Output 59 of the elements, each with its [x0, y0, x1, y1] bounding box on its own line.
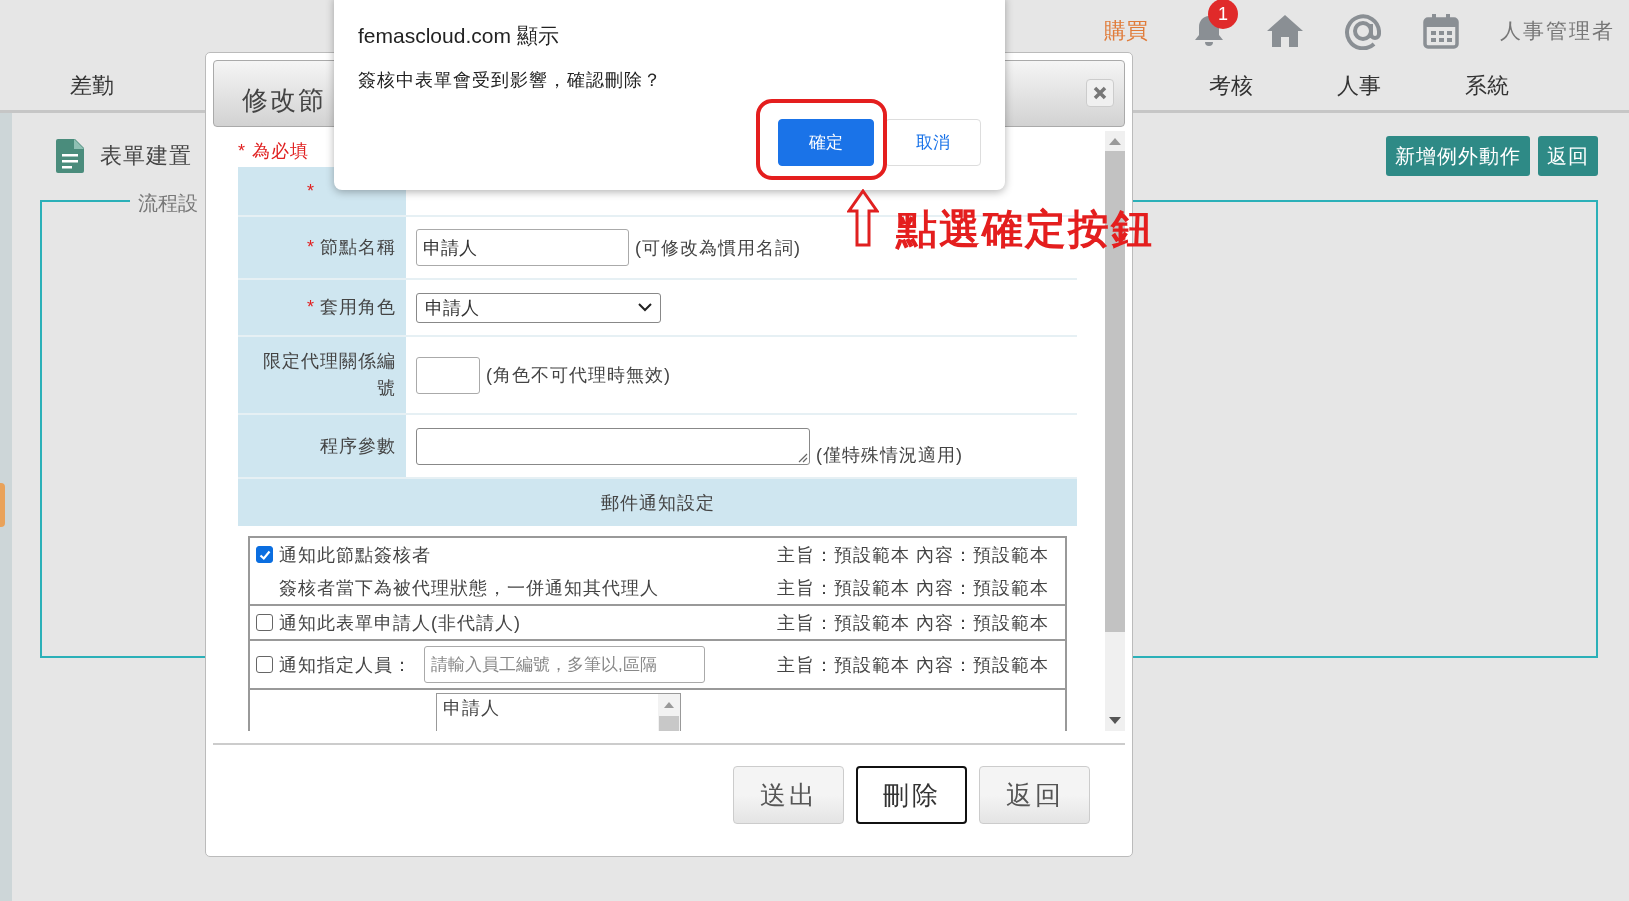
dialog-button[interactable]: 刪除 — [856, 766, 967, 824]
number-input[interactable] — [416, 356, 480, 394]
parameter-textarea[interactable] — [416, 427, 810, 465]
close-icon — [1093, 86, 1107, 100]
home-icon[interactable] — [1266, 14, 1304, 48]
alert-message: 簽核中表單會受到影響，確認刪除？ — [358, 69, 663, 92]
field-label: 節點名稱 — [320, 236, 396, 259]
page-button[interactable]: 新增例外動作 — [1386, 136, 1530, 176]
option-label: 通知指定人員： — [279, 653, 412, 677]
field-label: 套用角色 — [320, 296, 396, 319]
scroll-up-icon[interactable] — [1109, 137, 1121, 145]
name-input[interactable]: 申請人 — [416, 229, 629, 266]
required-note: * 為必填 — [238, 140, 309, 163]
nav-tab[interactable]: 考核 — [1167, 71, 1295, 101]
template-text: 主旨：預設範本 內容：預設範本 — [777, 543, 1049, 567]
field-hint: (角色不可代理時無效) — [486, 364, 671, 387]
calendar-icon[interactable] — [1422, 13, 1460, 49]
annotation-arrow — [847, 189, 879, 247]
checkbox[interactable] — [256, 656, 273, 673]
template-text: 主旨：預設範本 內容：預設範本 — [777, 653, 1049, 677]
required-mark: * — [307, 180, 314, 202]
close-button[interactable] — [1086, 79, 1114, 107]
list-item[interactable]: 申請人 — [437, 694, 506, 731]
role-select[interactable]: 申請人 — [416, 292, 661, 323]
alert-title: femascloud.com 顯示 — [358, 23, 560, 49]
field-label: 限定代理關係編號 — [262, 350, 396, 400]
template-text: 主旨：預設範本 內容：預設範本 — [777, 576, 1049, 600]
alert-button[interactable]: 確定 — [778, 119, 874, 166]
option-label: 簽核者當下為被代理狀態，一併通知其代理人 — [278, 576, 659, 600]
dialog-title: 修改節 — [241, 84, 326, 117]
notification-badge: 1 — [1208, 0, 1238, 29]
annotation-text: 點選確定按鈕 — [896, 205, 1154, 254]
field-label: 程序參數 — [320, 434, 396, 458]
nav-tab[interactable]: 系統 — [1423, 71, 1551, 101]
section-title: 郵件通知設定 — [600, 491, 715, 515]
option-label: 通知此表單申請人(非代請人) — [279, 611, 521, 635]
document-icon — [56, 139, 84, 173]
field-hint: (可修改為慣用名詞) — [635, 236, 801, 260]
checkbox[interactable] — [256, 614, 273, 631]
option-label: 通知此節點簽核者 — [279, 543, 431, 567]
nav-tab[interactable]: 人事 — [1295, 71, 1423, 101]
dialog-button[interactable]: 送出 — [733, 766, 844, 824]
page-button[interactable]: 返回 — [1538, 136, 1598, 176]
scroll-up-icon[interactable] — [664, 702, 674, 708]
nav-tab[interactable]: 差勤 — [28, 71, 156, 101]
required-mark: * — [307, 297, 314, 318]
chevron-down-icon — [638, 303, 652, 312]
dialog-button[interactable]: 返回 — [979, 766, 1090, 824]
user-name[interactable]: 人事管理者 — [1500, 17, 1615, 45]
checkbox[interactable] — [256, 546, 273, 563]
list-box[interactable]: 申請人 — [436, 693, 681, 731]
at-sign-icon[interactable] — [1344, 12, 1382, 50]
field-hint: (僅特殊情況適用) — [816, 444, 963, 467]
template-text: 主旨：預設範本 內容：預設範本 — [777, 611, 1049, 635]
alert-button[interactable]: 取消 — [885, 119, 981, 166]
required-mark: * — [307, 237, 314, 258]
scroll-down-icon[interactable] — [1109, 717, 1121, 725]
employee-input[interactable]: 請輸入員工編號，多筆以,區隔 — [424, 646, 705, 683]
page-title: 表單建置 — [100, 142, 192, 170]
